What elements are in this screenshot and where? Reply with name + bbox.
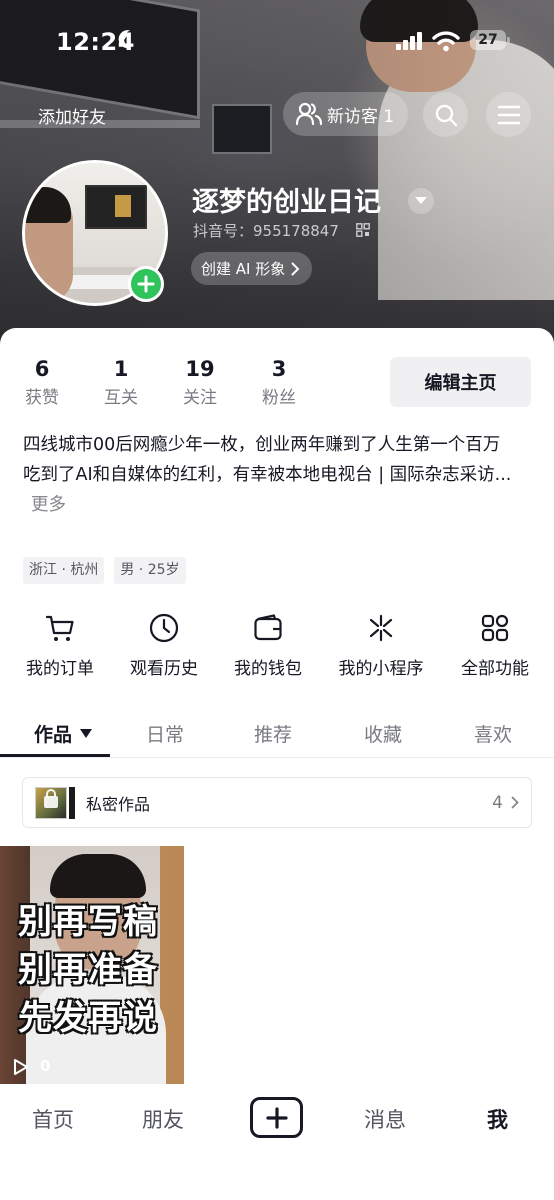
- bio-line-2: 吃到了AI和自媒体的红利，有幸被本地电视台 | 国际杂志采访... 更多: [23, 460, 533, 520]
- my-wallet-button[interactable]: 我的钱包: [213, 612, 323, 679]
- plus-icon: [137, 275, 155, 293]
- wifi-icon: [432, 31, 460, 52]
- bio-line-2-text: 吃到了AI和自媒体的红利，有幸被本地电视台 | 国际杂志采访...: [23, 465, 512, 485]
- tab-favorites[interactable]: 收藏: [364, 720, 402, 747]
- add-story-button[interactable]: [128, 266, 164, 302]
- tab-works[interactable]: 作品: [34, 720, 93, 747]
- private-works-row[interactable]: 私密作品 4: [22, 777, 532, 828]
- search-button[interactable]: [423, 92, 468, 137]
- profile-tabs: 作品 日常 推荐 收藏 喜欢: [0, 708, 554, 758]
- video-play-count: 0: [40, 1057, 51, 1075]
- nav-messages[interactable]: 消息: [364, 1104, 406, 1134]
- battery-indicator: 27: [470, 30, 510, 50]
- stat-following-label: 关注: [183, 388, 217, 408]
- stat-followers-label: 粉丝: [262, 388, 296, 408]
- chevron-right-icon: [511, 796, 519, 809]
- plus-icon: [265, 1106, 288, 1129]
- mini-programs-label: 我的小程序: [338, 659, 424, 679]
- create-post-button[interactable]: [250, 1097, 303, 1138]
- stat-followers[interactable]: 3 粉丝: [249, 356, 309, 408]
- nav-friends[interactable]: 朋友: [142, 1104, 184, 1134]
- watch-history-label: 观看历史: [130, 659, 198, 679]
- avatar-screen: [85, 185, 147, 229]
- avatar-keyboard: [65, 275, 131, 289]
- stat-mutual[interactable]: 1 互关: [91, 356, 151, 408]
- play-icon: [14, 1059, 28, 1075]
- create-ai-avatar-label: 创建 AI 形象: [201, 260, 286, 278]
- stat-following[interactable]: 19 关注: [170, 356, 230, 408]
- tab-works-label: 作品: [34, 724, 73, 746]
- location-tag: 浙江 · 杭州: [23, 557, 105, 584]
- cellular-signal-icon: [396, 32, 424, 50]
- stat-likes-count: 6: [34, 357, 50, 381]
- bottom-navigation: 首页 朋友 消息 我: [0, 1084, 554, 1200]
- status-bar: 12:24 27: [0, 0, 554, 80]
- douyin-id: 抖音号：955178847: [193, 222, 339, 240]
- caret-down-icon: [415, 197, 427, 204]
- bio-more-link[interactable]: 更多: [31, 495, 66, 515]
- clock-icon: [149, 613, 179, 643]
- tab-likes[interactable]: 喜欢: [474, 720, 512, 747]
- private-works-count: 4: [492, 792, 503, 813]
- create-ai-avatar-button[interactable]: 创建 AI 形象: [191, 252, 313, 285]
- profile-bio[interactable]: 四线城市00后网瘾少年一枚，创业两年赚到了人生第一个百万 吃到了AI和自媒体的红…: [23, 430, 533, 520]
- gender-age-tag: 男 · 25岁: [114, 557, 186, 584]
- stat-following-count: 19: [185, 357, 215, 381]
- all-functions-button[interactable]: 全部功能: [440, 612, 550, 679]
- profile-nickname[interactable]: 逐梦的创业日记: [192, 180, 381, 219]
- stat-followers-count: 3: [271, 357, 287, 381]
- new-visitors-label: 新访客 1: [327, 106, 395, 127]
- add-friend-label: 添加好友: [38, 107, 106, 128]
- private-thumb-edge: [69, 786, 75, 819]
- bio-line-1: 四线城市00后网瘾少年一枚，创业两年赚到了人生第一个百万: [23, 435, 501, 455]
- grid-icon: [481, 614, 509, 642]
- qr-code-icon[interactable]: [356, 223, 370, 237]
- switch-account-button[interactable]: [408, 188, 434, 214]
- search-icon: [435, 104, 457, 126]
- video-caption-line-1: 别再写稿: [17, 901, 158, 943]
- video-caption-line-2: 别再准备: [17, 949, 158, 991]
- profile-tags: 浙江 · 杭州 男 · 25岁: [23, 557, 186, 584]
- tab-recommended[interactable]: 推荐: [254, 720, 292, 747]
- my-orders-label: 我的订单: [26, 659, 94, 679]
- stat-likes[interactable]: 6 获赞: [12, 356, 72, 408]
- status-time: 12:24: [56, 28, 135, 56]
- edit-profile-button[interactable]: 编辑主页: [390, 357, 531, 407]
- video-caption-line-3: 先发再说: [17, 997, 158, 1039]
- menu-button[interactable]: [486, 92, 531, 137]
- nav-home[interactable]: 首页: [32, 1104, 74, 1134]
- wallet-icon: [254, 614, 282, 641]
- mini-programs-button[interactable]: 我的小程序: [326, 612, 436, 679]
- my-orders-button[interactable]: 我的订单: [5, 612, 115, 679]
- my-wallet-label: 我的钱包: [234, 659, 302, 679]
- cart-icon: [45, 615, 74, 641]
- new-visitors-button[interactable]: 新访客 1: [283, 92, 408, 136]
- visitors-icon: [295, 102, 323, 126]
- caret-down-icon: [80, 729, 93, 738]
- watch-history-button[interactable]: 观看历史: [109, 612, 219, 679]
- hamburger-menu-icon: [497, 105, 520, 124]
- mini-program-icon: [369, 614, 393, 642]
- stat-mutual-label: 互关: [104, 388, 138, 408]
- chevron-right-icon: [291, 262, 300, 275]
- stat-mutual-count: 1: [113, 357, 129, 381]
- private-works-label: 私密作品: [86, 794, 151, 814]
- tab-daily[interactable]: 日常: [146, 720, 184, 747]
- video-person-hair: [50, 854, 146, 898]
- stat-likes-label: 获赞: [25, 388, 59, 408]
- lock-icon: [44, 788, 58, 808]
- private-works-thumbnail: [35, 786, 75, 819]
- video-thumbnail[interactable]: 别再写稿 别再准备 先发再说 0: [0, 846, 184, 1084]
- nav-me[interactable]: 我: [487, 1104, 508, 1134]
- video-caption: 别再写稿 别再准备 先发再说: [17, 898, 158, 1042]
- active-tab-indicator: [0, 754, 110, 757]
- all-functions-label: 全部功能: [461, 659, 529, 679]
